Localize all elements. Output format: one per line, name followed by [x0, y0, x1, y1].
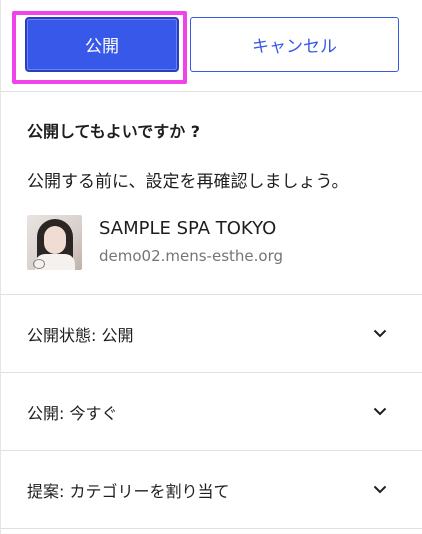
confirm-description: 公開する前に、設定を再確認しましょう。 [27, 172, 349, 192]
publish-actions-bar: 公開 キャンセル [1, 0, 422, 92]
cancel-button-label: キャンセル [252, 37, 337, 57]
pre-publish-panel: 公開 キャンセル 公開してもよいですか ? 公開する前に、設定を再確認しましょう… [0, 0, 422, 534]
thumbnail-logo-mark [33, 259, 45, 269]
publish-time-label: 公開: 今すぐ [27, 404, 118, 423]
category-suggestion-label: 提案: カテゴリーを割り当て [27, 482, 230, 501]
publish-button[interactable]: 公開 [25, 17, 179, 72]
cancel-button[interactable]: キャンセル [190, 17, 399, 72]
publish-time-row[interactable]: 公開: 今すぐ [1, 372, 422, 450]
visibility-row[interactable]: 公開状態: 公開 [1, 294, 422, 372]
publish-button-label: 公開 [85, 37, 119, 57]
visibility-label: 公開状態: 公開 [27, 326, 134, 345]
site-thumbnail [27, 215, 82, 270]
chevron-down-icon [373, 407, 387, 416]
chevron-down-icon [373, 485, 387, 494]
chevron-down-icon [373, 329, 387, 338]
site-name: SAMPLE SPA TOKYO [99, 218, 277, 239]
category-suggestion-row[interactable]: 提案: カテゴリーを割り当て [1, 450, 422, 529]
site-url: demo02.mens-esthe.org [99, 247, 283, 265]
confirm-heading: 公開してもよいですか ? [27, 122, 201, 141]
